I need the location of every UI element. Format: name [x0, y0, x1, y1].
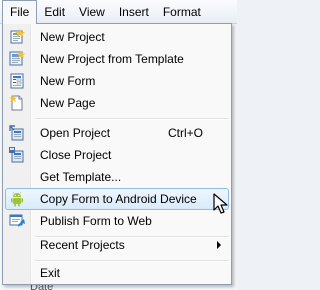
menu-file[interactable]: File	[2, 0, 38, 24]
new-project-icon	[9, 29, 25, 45]
menu-item-label: New Page	[40, 96, 96, 110]
menu-insert[interactable]: Insert	[112, 1, 156, 23]
mouse-pointer-icon	[213, 193, 228, 214]
android-icon	[9, 191, 25, 207]
menu-item-get-template[interactable]: Get Template...	[5, 166, 229, 188]
new-page-icon	[9, 95, 25, 111]
menu-view[interactable]: View	[72, 1, 112, 23]
file-menu-dropdown: New Project New Project from Template Ne…	[2, 23, 232, 285]
menu-item-new-project[interactable]: New Project	[5, 26, 229, 48]
template-project-icon	[9, 51, 25, 67]
menu-item-exit[interactable]: Exit	[5, 262, 229, 284]
menu-item-label: Get Template...	[40, 170, 122, 184]
menu-item-new-project-from-template[interactable]: New Project from Template	[5, 48, 229, 70]
publish-web-icon	[9, 213, 25, 229]
open-project-icon	[9, 125, 25, 141]
menu-edit[interactable]: Edit	[37, 1, 72, 23]
menu-item-label: Publish Form to Web	[40, 214, 152, 228]
menu-item-label: Close Project	[40, 148, 112, 162]
menu-item-label: New Project from Template	[40, 52, 184, 66]
new-form-icon	[9, 73, 25, 89]
menu-item-label: New Project	[40, 30, 105, 44]
shortcut-text: Ctrl+O	[167, 126, 203, 140]
application-window: File Edit View Insert Format Date New Pr…	[0, 0, 237, 290]
menu-separator	[35, 118, 229, 120]
menu-item-copy-form-to-android[interactable]: Copy Form to Android Device	[5, 188, 229, 210]
menu-item-publish-form-to-web[interactable]: Publish Form to Web	[5, 210, 229, 232]
close-project-icon	[9, 147, 25, 163]
menu-format[interactable]: Format	[156, 1, 208, 23]
submenu-arrow-icon	[217, 241, 221, 249]
menu-item-label: New Form	[40, 74, 96, 88]
menu-bar: File Edit View Insert Format	[0, 0, 237, 24]
menu-item-label: Copy Form to Android Device	[40, 192, 197, 206]
menu-item-label: Recent Projects	[40, 238, 125, 252]
menu-item-new-form[interactable]: New Form	[5, 70, 229, 92]
menu-item-new-page[interactable]: New Page	[5, 92, 229, 114]
menu-item-label: Exit	[40, 266, 61, 280]
menu-item-close-project[interactable]: Close Project	[5, 144, 229, 166]
menu-item-open-project[interactable]: Open Project Ctrl+O	[5, 122, 229, 144]
menu-item-recent-projects[interactable]: Recent Projects	[5, 234, 229, 256]
menu-item-label: Open Project	[40, 126, 111, 140]
